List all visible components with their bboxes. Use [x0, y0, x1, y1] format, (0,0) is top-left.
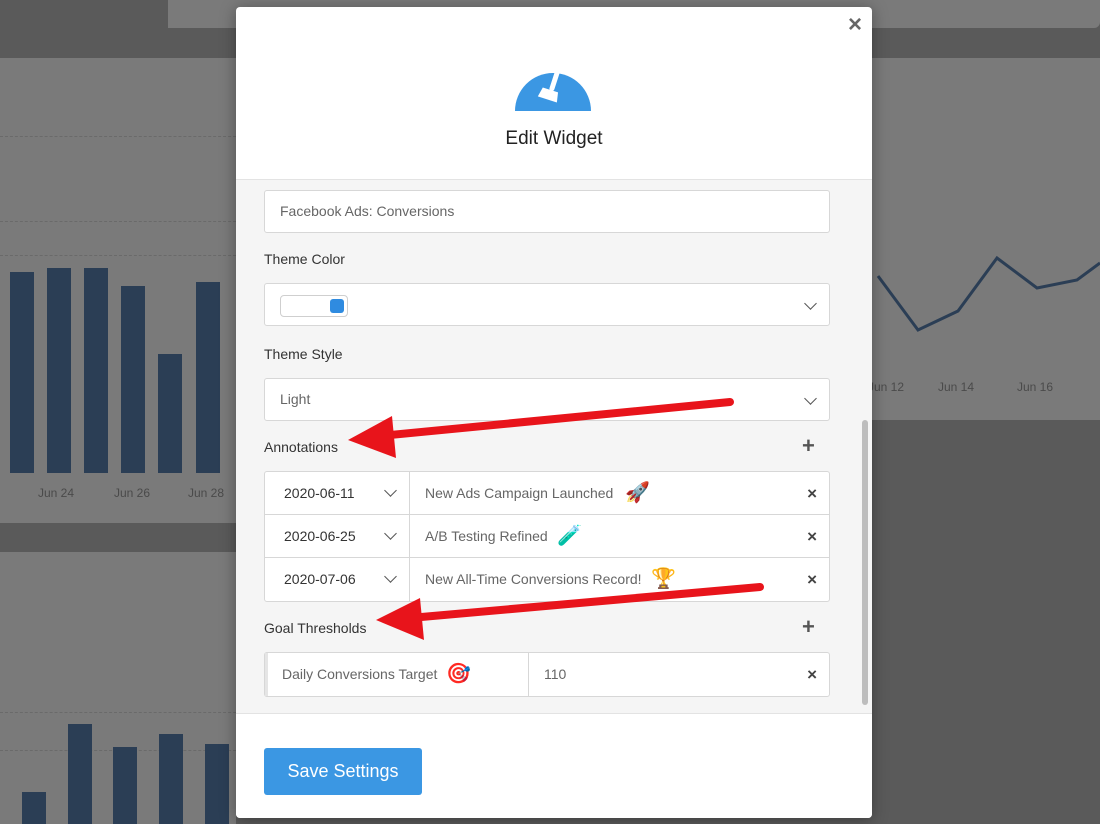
chart-bar: [196, 282, 220, 473]
chart-bar: [47, 268, 71, 473]
annotation-row: 2020-07-06 New All-Time Conversions Reco…: [265, 558, 829, 601]
chart-bar: [68, 724, 92, 824]
goal-thresholds-label: Goal Thresholds: [264, 620, 367, 636]
x-tick-label: Jun 24: [38, 486, 75, 500]
goal-row: Daily Conversions Target 🎯 110 ×: [265, 653, 829, 696]
annotation-date-select[interactable]: 2020-06-25: [265, 515, 410, 557]
chevron-down-icon: [804, 392, 817, 405]
chevron-down-icon: [384, 570, 397, 583]
goal-name: Daily Conversions Target: [282, 666, 438, 682]
modal-footer: Save Settings: [236, 713, 872, 818]
theme-style-select[interactable]: Light: [264, 378, 830, 421]
widget-name-input[interactable]: Facebook Ads: Conversions: [264, 190, 830, 233]
annotation-text[interactable]: New Ads Campaign Launched: [425, 485, 613, 501]
grid-line: [0, 255, 236, 256]
widget-name-value: Facebook Ads: Conversions: [280, 203, 455, 219]
chevron-down-icon: [804, 297, 817, 310]
chart-bar: [159, 734, 183, 824]
annotation-text[interactable]: New All-Time Conversions Record!: [425, 571, 642, 587]
x-tick-label: Jun 12: [868, 380, 905, 394]
edit-widget-modal: × Edit Widget Facebook Ads: Conversions …: [236, 7, 872, 818]
add-goal-button[interactable]: +: [802, 616, 815, 638]
theme-style-value: Light: [280, 391, 311, 407]
x-tick-label: Jun 26: [114, 486, 151, 500]
test-tube-icon: 🧪: [557, 525, 582, 547]
chart-bar: [121, 286, 145, 473]
chart-bar: [205, 744, 229, 824]
add-annotation-button[interactable]: +: [802, 435, 815, 457]
annotation-row: 2020-06-11 New Ads Campaign Launched 🚀 ×: [265, 472, 829, 515]
remove-goal-button[interactable]: ×: [807, 665, 817, 685]
chevron-down-icon: [384, 527, 397, 540]
annotation-date: 2020-07-06: [284, 571, 356, 587]
grid-line: [0, 712, 236, 713]
line-chart: [876, 255, 1100, 332]
modal-header: Edit Widget: [236, 7, 872, 180]
grid-line: [0, 136, 236, 137]
annotation-date: 2020-06-11: [284, 485, 355, 501]
x-tick-label: Jun 16: [1017, 380, 1054, 394]
annotations-table: 2020-06-11 New Ads Campaign Launched 🚀 ×…: [264, 471, 830, 602]
modal-body: Facebook Ads: Conversions Theme Color Th…: [236, 180, 872, 713]
goal-value-input[interactable]: 110: [544, 666, 566, 682]
annotation-date: 2020-06-25: [284, 528, 356, 544]
save-settings-button[interactable]: Save Settings: [264, 748, 422, 795]
rocket-icon: 🚀: [625, 482, 650, 504]
background-chart-left: Jun 24 Jun 26 Jun 28: [0, 58, 236, 523]
chevron-down-icon: [384, 484, 397, 497]
color-swatch: [280, 295, 348, 317]
remove-annotation-button[interactable]: ×: [807, 570, 817, 590]
background-chart-bottom: [0, 552, 236, 824]
annotations-label: Annotations: [264, 439, 338, 455]
grid-line: [0, 221, 236, 222]
annotation-row: 2020-06-25 A/B Testing Refined 🧪 ×: [265, 515, 829, 558]
line-series: [876, 255, 1100, 332]
goals-table: Daily Conversions Target 🎯 110 ×: [264, 652, 830, 697]
remove-annotation-button[interactable]: ×: [807, 484, 817, 504]
x-tick-label: Jun 28: [188, 486, 225, 500]
theme-color-select[interactable]: [264, 283, 830, 326]
trophy-icon: 🏆: [651, 568, 676, 590]
broom-gauge-icon: [515, 61, 591, 111]
chart-bar: [158, 354, 182, 473]
annotation-text[interactable]: A/B Testing Refined: [425, 528, 548, 544]
goal-name-field[interactable]: Daily Conversions Target 🎯: [265, 653, 529, 696]
target-icon: 🎯: [446, 663, 471, 685]
color-swatch-dot: [330, 299, 344, 313]
remove-annotation-button[interactable]: ×: [807, 527, 817, 547]
theme-color-label: Theme Color: [264, 251, 345, 267]
annotation-date-select[interactable]: 2020-07-06: [265, 558, 410, 601]
modal-title: Edit Widget: [505, 128, 603, 149]
annotation-date-select[interactable]: 2020-06-11: [265, 472, 410, 514]
background-chart-right: Jun 12 Jun 14 Jun 16: [868, 58, 1100, 420]
chart-bar: [22, 792, 46, 824]
x-tick-label: Jun 14: [938, 380, 975, 394]
chart-bar: [84, 268, 108, 473]
chart-bar: [10, 272, 34, 473]
chart-bar: [113, 747, 137, 824]
theme-style-label: Theme Style: [264, 346, 343, 362]
scrollbar[interactable]: [862, 420, 868, 705]
